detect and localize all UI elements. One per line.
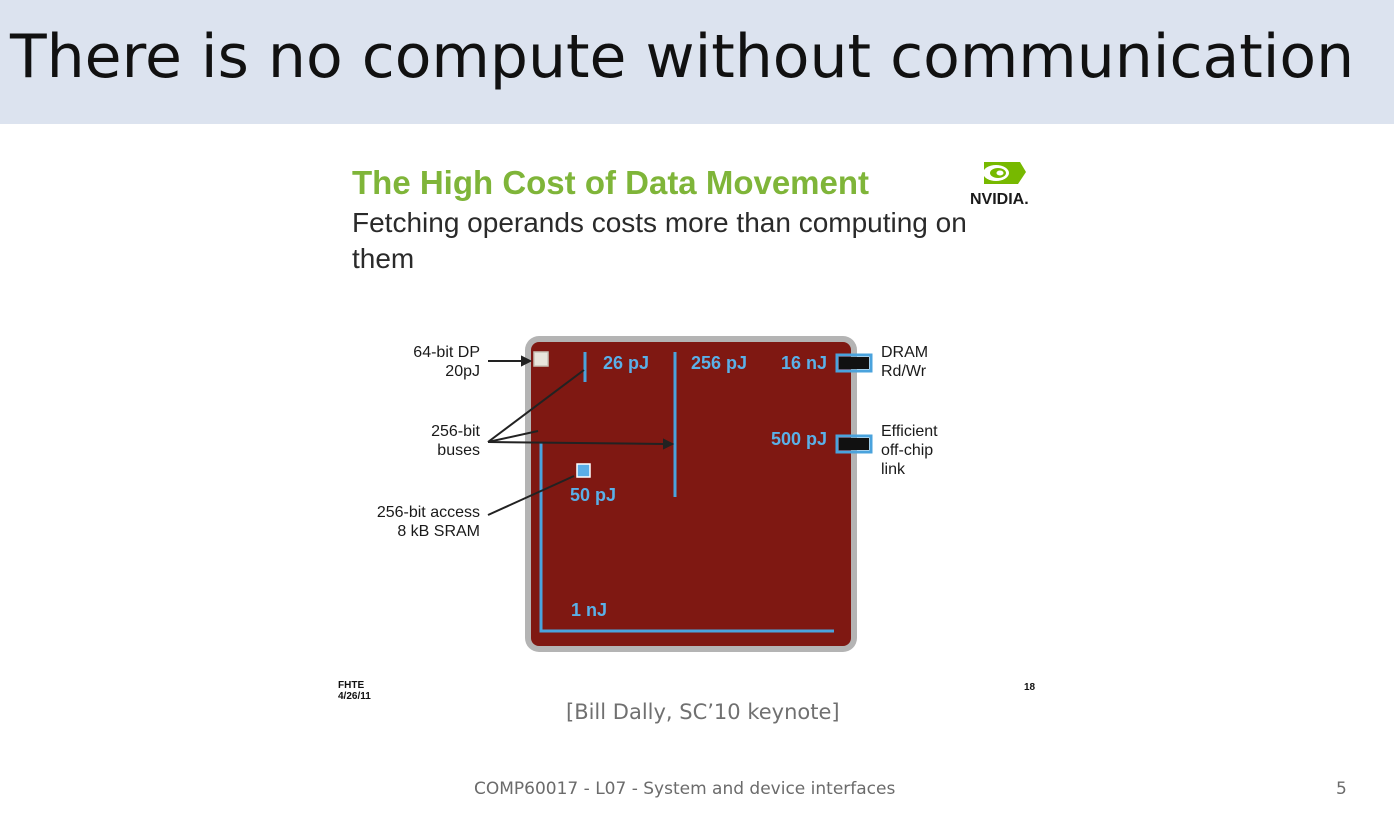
nvidia-logo: NVIDIA. (970, 162, 1029, 208)
embedded-slide-subtitle: Fetching operands costs more than comput… (352, 207, 967, 274)
left-label-group: 64-bit DP 20pJ 256-bit buses 256-bit acc… (377, 344, 481, 540)
label-20pj: 20pJ (445, 363, 480, 380)
dram-pad (839, 357, 869, 369)
label-256bit: 256-bit (431, 423, 480, 440)
energy-16nj: 16 nJ (781, 353, 827, 373)
embedded-slide-title: The High Cost of Data Movement (352, 164, 870, 201)
label-dram: DRAM (881, 344, 928, 361)
label-64bit-dp: 64-bit DP (413, 344, 480, 361)
footer-fhte: FHTE (338, 680, 365, 691)
right-label-group: DRAM Rd/Wr Efficient off-chip link (881, 344, 938, 478)
energy-500pj: 500 pJ (771, 429, 827, 449)
logo-wordmark: NVIDIA. (970, 191, 1029, 208)
label-256bit-access: 256-bit access (377, 504, 480, 521)
link-pad (839, 438, 869, 450)
energy-50pj: 50 pJ (570, 485, 616, 505)
slide-title: There is no compute without communicatio… (10, 22, 1355, 92)
course-footer: COMP60017 - L07 - System and device inte… (474, 779, 896, 799)
label-8kb-sram: 8 kB SRAM (397, 523, 480, 540)
embedded-footer-left: FHTE 4/26/11 (338, 680, 371, 702)
label-buses: buses (437, 442, 480, 459)
label-off-chip: off-chip (881, 442, 933, 459)
fpu-square (533, 351, 549, 367)
title-bar: There is no compute without communicatio… (0, 0, 1394, 124)
embedded-page-number: 18 (1024, 682, 1036, 693)
sram-square (576, 463, 591, 478)
label-efficient: Efficient (881, 423, 938, 440)
footer-date: 4/26/11 (338, 691, 371, 702)
energy-256pj: 256 pJ (691, 353, 747, 373)
label-link: link (881, 461, 906, 478)
energy-26pj: 26 pJ (603, 353, 649, 373)
page-number: 5 (1336, 779, 1347, 799)
label-rd-wr: Rd/Wr (881, 363, 927, 380)
data-movement-diagram: 26 pJ 256 pJ 16 nJ 500 pJ 50 pJ 1 nJ 64-… (377, 336, 938, 652)
energy-1nj: 1 nJ (571, 600, 607, 620)
citation: [Bill Dally, SC’10 keynote] (566, 700, 840, 724)
